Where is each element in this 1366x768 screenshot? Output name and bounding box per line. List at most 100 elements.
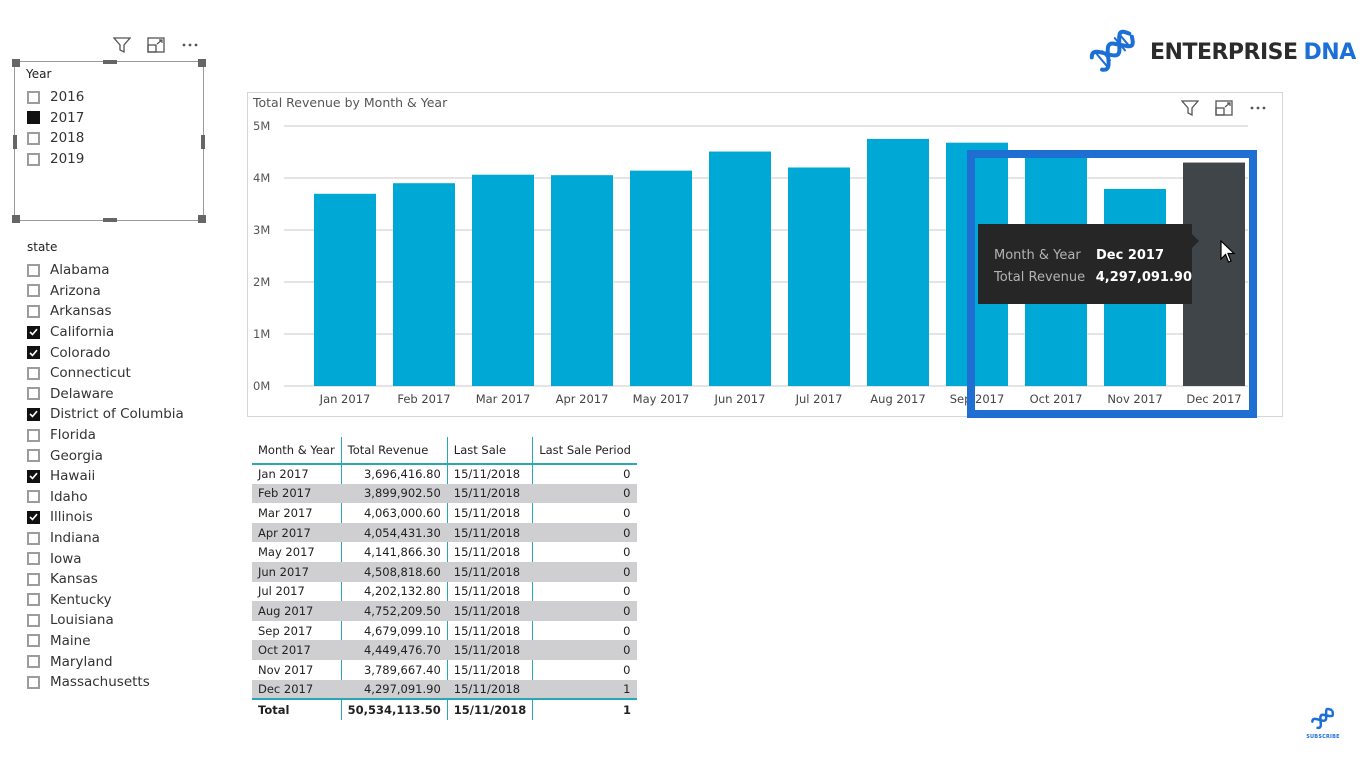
checkbox[interactable]	[27, 366, 40, 380]
state-slicer-item[interactable]: Massachusetts	[27, 672, 184, 693]
subscribe-badge[interactable]: SUBSCRIBE	[1303, 706, 1343, 742]
checkbox[interactable]	[27, 510, 40, 524]
state-slicer-item[interactable]: Florida	[27, 425, 184, 446]
y-tick-label: 0M	[253, 379, 270, 393]
filter-icon[interactable]	[112, 36, 132, 54]
resize-handle[interactable]	[103, 218, 117, 222]
table-cell: 0	[532, 620, 638, 641]
bar[interactable]	[867, 138, 929, 386]
checkbox[interactable]	[27, 325, 40, 339]
checkbox[interactable]	[27, 111, 40, 125]
year-slicer-item[interactable]: 2019	[27, 149, 84, 170]
column-header[interactable]: Total Revenue	[341, 437, 448, 465]
bar[interactable]	[314, 193, 376, 386]
checkbox[interactable]	[27, 131, 40, 145]
state-slicer-item[interactable]: Louisiana	[27, 610, 184, 631]
checkbox[interactable]	[27, 613, 40, 627]
checkbox[interactable]	[27, 346, 40, 360]
checkbox[interactable]	[27, 552, 40, 566]
more-options-icon[interactable]	[180, 36, 200, 54]
state-slicer-item-label: Maryland	[50, 653, 113, 670]
tooltip-key: Month & Year	[994, 247, 1081, 263]
state-slicer-item[interactable]: Connecticut	[27, 363, 184, 384]
state-slicer-item[interactable]: Indiana	[27, 528, 184, 549]
state-slicer-item[interactable]: Maine	[27, 631, 184, 652]
bar[interactable]	[472, 174, 534, 386]
checkbox[interactable]	[27, 387, 40, 401]
state-slicer-item[interactable]: California	[27, 322, 184, 343]
year-slicer-item[interactable]: 2016	[27, 87, 84, 108]
checkbox[interactable]	[27, 531, 40, 545]
resize-handle[interactable]	[198, 215, 206, 223]
state-slicer-item[interactable]: Kansas	[27, 569, 184, 590]
resize-handle[interactable]	[12, 59, 20, 67]
tooltip-value: 4,297,091.90	[1095, 269, 1192, 285]
x-tick-label: Aug 2017	[870, 392, 925, 406]
state-slicer-item[interactable]: Hawaii	[27, 466, 184, 487]
state-slicer-item[interactable]: District of Columbia	[27, 404, 184, 425]
state-slicer-item[interactable]: Iowa	[27, 548, 184, 569]
year-slicer-item[interactable]: 2017	[27, 108, 84, 129]
resize-handle[interactable]	[12, 215, 20, 223]
column-header[interactable]: Month & Year	[252, 437, 342, 465]
resize-handle[interactable]	[13, 135, 17, 149]
table-cell: 0	[532, 464, 638, 484]
resize-handle[interactable]	[201, 135, 205, 149]
checkbox[interactable]	[27, 572, 40, 586]
checkbox[interactable]	[27, 449, 40, 463]
checkbox[interactable]	[27, 675, 40, 689]
state-slicer-item[interactable]: Kentucky	[27, 590, 184, 611]
dna-icon	[1088, 26, 1138, 78]
state-slicer-item[interactable]: Idaho	[27, 487, 184, 508]
state-slicer[interactable]: state Alabama Arizona Arkansas California Co…	[27, 238, 227, 698]
state-slicer-item[interactable]: Maryland	[27, 651, 184, 672]
table-cell: 4,141,866.30	[341, 542, 448, 562]
table-cell: 4,449,476.70	[341, 640, 448, 660]
state-slicer-item[interactable]: Alabama	[27, 260, 184, 281]
checkbox[interactable]	[27, 263, 40, 277]
resize-handle[interactable]	[198, 59, 206, 67]
checkbox[interactable]	[27, 152, 40, 166]
bar[interactable]	[1183, 162, 1245, 386]
checkbox[interactable]	[27, 634, 40, 648]
checkbox[interactable]	[27, 407, 40, 421]
table-cell: 15/11/2018	[447, 679, 534, 700]
table-cell: Oct 2017	[252, 640, 342, 660]
year-slicer-item-label: 2016	[50, 89, 85, 106]
bar[interactable]	[709, 151, 771, 386]
table-row: Aug 2017 4,752,209.50 15/11/2018 0	[252, 601, 638, 621]
state-slicer-item[interactable]: Georgia	[27, 445, 184, 466]
checkbox[interactable]	[27, 284, 40, 298]
bar[interactable]	[393, 183, 455, 386]
column-header[interactable]: Last Sale	[447, 437, 534, 465]
state-slicer-item[interactable]: Illinois	[27, 507, 184, 528]
bar[interactable]	[788, 167, 850, 386]
checkbox[interactable]	[27, 490, 40, 504]
checkbox[interactable]	[27, 655, 40, 669]
year-slicer-item-label: 2018	[50, 130, 85, 147]
state-slicer-item[interactable]: Arkansas	[27, 301, 184, 322]
bar[interactable]	[551, 175, 613, 386]
bar[interactable]	[630, 170, 692, 386]
year-slicer-item[interactable]: 2018	[27, 128, 84, 149]
column-header[interactable]: Last Sale Period	[532, 437, 637, 465]
checkbox[interactable]	[27, 469, 40, 483]
checkbox[interactable]	[27, 428, 40, 442]
state-slicer-item-label: Louisiana	[50, 612, 114, 629]
checkbox[interactable]	[27, 90, 40, 104]
focus-mode-icon[interactable]	[146, 36, 166, 54]
year-slicer[interactable]: Year 2016 2017 2018 2019	[12, 59, 206, 223]
table-cell: 3,899,902.50	[341, 483, 448, 504]
state-slicer-item-label: Illinois	[50, 509, 93, 526]
table-cell: 3,789,667.40	[341, 659, 448, 680]
checkbox[interactable]	[27, 593, 40, 607]
state-slicer-item[interactable]: Colorado	[27, 342, 184, 363]
resize-handle[interactable]	[103, 60, 117, 64]
y-tick-label: 3M	[253, 223, 270, 237]
x-tick-label: Mar 2017	[476, 392, 531, 406]
state-slicer-item[interactable]: Delaware	[27, 384, 184, 405]
revenue-table[interactable]: Month & Year Total Revenue Last Sale Last S…	[252, 437, 638, 721]
checkbox[interactable]	[27, 304, 40, 318]
table-cell: 15/11/2018	[447, 620, 534, 641]
state-slicer-item[interactable]: Arizona	[27, 281, 184, 302]
